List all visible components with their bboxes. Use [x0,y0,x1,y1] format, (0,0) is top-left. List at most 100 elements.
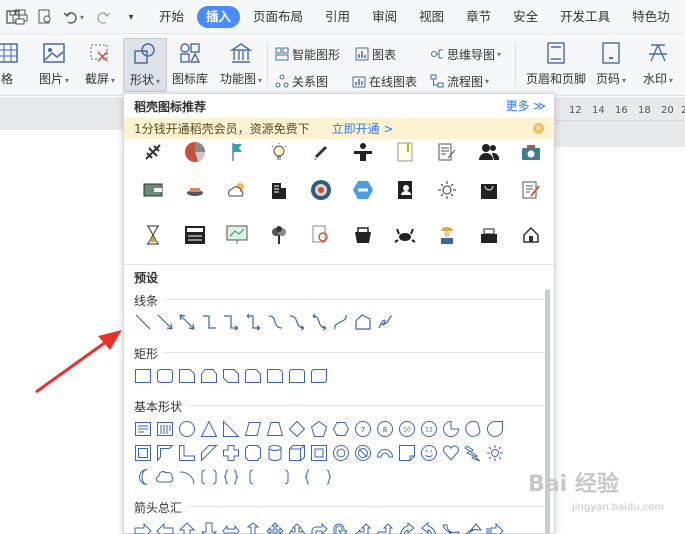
page-number-button[interactable]: 页码 ▾ [593,38,629,92]
relation-chart-button[interactable]: 关系图 [275,72,328,90]
left-right-up-arrow-shape-icon[interactable] [286,520,308,534]
scribble-shape-icon[interactable] [374,311,396,333]
table-button[interactable]: 格 [0,38,20,92]
rocket-icon[interactable] [300,138,342,166]
left-arrow-shape-icon[interactable] [154,520,176,534]
striped-right-arrow-shape-icon[interactable] [484,520,506,534]
cross-shape-icon[interactable] [220,442,242,464]
curved-connector-shape-icon[interactable] [264,311,286,333]
open-membership-link[interactable]: 立即开通 > [332,120,394,137]
lightning-bolt-shape-icon[interactable] [462,442,484,464]
snip-round-rectangle-shape-icon[interactable] [242,365,264,387]
dodecagon-shape-icon[interactable]: 12 [418,418,440,440]
octagon-shape-icon[interactable]: 8 [374,418,396,440]
podium-icon[interactable] [342,138,384,166]
right-arrow-shape-icon[interactable] [132,520,154,534]
bent-arrow-shape-icon[interactable] [308,520,330,534]
contact-book-icon[interactable] [384,176,426,204]
donut-shape-icon[interactable] [330,442,352,464]
users-icon[interactable] [468,138,510,166]
trapezoid-shape-icon[interactable] [264,418,286,440]
more-link[interactable]: 更多 ≫ [506,97,546,114]
sushi-icon[interactable] [174,176,216,204]
left-brace-shape-icon[interactable] [296,466,318,488]
curved-up-arrow-shape-icon[interactable] [440,520,462,534]
no-symbol-shape-icon[interactable] [352,442,374,464]
crab-icon[interactable] [384,221,426,249]
pentagon-shape-icon[interactable] [308,418,330,440]
chart-button[interactable]: 图表 [355,45,396,63]
document-page-icon[interactable] [384,138,426,166]
tab-view[interactable]: 视图 [410,6,453,28]
picture-button[interactable]: 图片 ▾ [34,38,74,92]
heart-shape-icon[interactable] [440,442,462,464]
snip-same-side-rectangle-shape-icon[interactable] [198,365,220,387]
elbow-connector-shape-icon[interactable] [198,311,220,333]
curved-right-arrow-shape-icon[interactable] [396,520,418,534]
watermark-button[interactable]: 水印 ▾ [638,38,678,92]
decagon-shape-icon[interactable]: 10 [396,418,418,440]
l-shape-icon[interactable] [176,442,198,464]
undo-dropdown-icon[interactable]: ▾ [76,8,86,26]
round-single-corner-rectangle-shape-icon[interactable] [264,365,286,387]
tab-references[interactable]: 引用 [316,6,359,28]
tab-review[interactable]: 审阅 [363,6,406,28]
curved-arrow-connector-shape-icon[interactable] [286,311,308,333]
right-bracket-shape-icon[interactable] [274,466,296,488]
wallet-icon[interactable] [132,176,174,204]
teardrop-shape-icon[interactable] [484,418,506,440]
parallelogram-shape-icon[interactable] [242,418,264,440]
folded-corner-shape-icon[interactable] [396,442,418,464]
round-same-side-rectangle-shape-icon[interactable] [286,365,308,387]
up-down-arrow-shape-icon[interactable] [242,520,264,534]
contract-sign-icon[interactable] [426,138,468,166]
text-box-shape-icon[interactable] [132,418,154,440]
home-icon[interactable] [510,221,552,249]
quad-arrow-shape-icon[interactable] [264,520,286,534]
tab-home[interactable]: 开始 [150,6,193,28]
tab-section[interactable]: 章节 [457,6,500,28]
heptagon-shape-icon[interactable]: 7 [352,418,374,440]
cloud-weather-icon[interactable] [216,176,258,204]
mind-map-button[interactable]: 思维导图 ▾ [430,45,501,63]
flag-icon[interactable] [216,138,258,166]
header-footer-button[interactable]: 页眉和页脚 [523,38,589,92]
curve-shape-icon[interactable] [330,311,352,333]
shapes-button[interactable]: 形状 ▾ [123,38,167,92]
bent-up-arrow-shape-icon[interactable] [374,520,396,534]
diamond-shape-icon[interactable] [286,418,308,440]
search-document-icon[interactable] [300,221,342,249]
pie-chart-icon[interactable] [174,138,216,166]
diagonal-stripe-shape-icon[interactable] [198,442,220,464]
tab-page-layout[interactable]: 页面布局 [244,6,312,28]
left-up-arrow-shape-icon[interactable] [352,520,374,534]
print-icon[interactable] [11,8,29,26]
redo-icon[interactable] [94,8,112,26]
airplane-icon[interactable] [132,138,174,166]
hexagon-shape-icon[interactable] [330,418,352,440]
rectangle-shape-icon[interactable] [132,365,154,387]
bevel-shape-icon[interactable] [308,442,330,464]
elbow-double-arrow-connector-shape-icon[interactable] [242,311,264,333]
vertical-text-box-shape-icon[interactable] [154,418,176,440]
presentation-board-icon[interactable] [216,221,258,249]
elbow-arrow-connector-shape-icon[interactable] [220,311,242,333]
double-bracket-shape-icon[interactable] [198,466,220,488]
shopping-bag-icon[interactable] [468,176,510,204]
online-chart-button[interactable]: 在线图表 [352,72,417,90]
can-shape-icon[interactable] [264,442,286,464]
curved-double-arrow-connector-shape-icon[interactable] [308,311,330,333]
print-preview-icon[interactable] [36,8,54,26]
u-turn-arrow-shape-icon[interactable] [330,520,352,534]
ellipse-shape-icon[interactable] [176,418,198,440]
plaque-shape-icon[interactable] [242,442,264,464]
double-brace-shape-icon[interactable] [220,466,242,488]
tab-insert[interactable]: 插入 [197,6,241,28]
close-icon[interactable]: ✕ [533,123,544,134]
rounded-rectangle-shape-icon[interactable] [154,365,176,387]
snip-diagonal-rectangle-shape-icon[interactable] [220,365,242,387]
arrow-line-shape-icon[interactable] [154,311,176,333]
freeform-shape-icon[interactable] [352,311,374,333]
tab-features[interactable]: 特色功 [623,6,679,28]
worker-icon[interactable] [426,221,468,249]
